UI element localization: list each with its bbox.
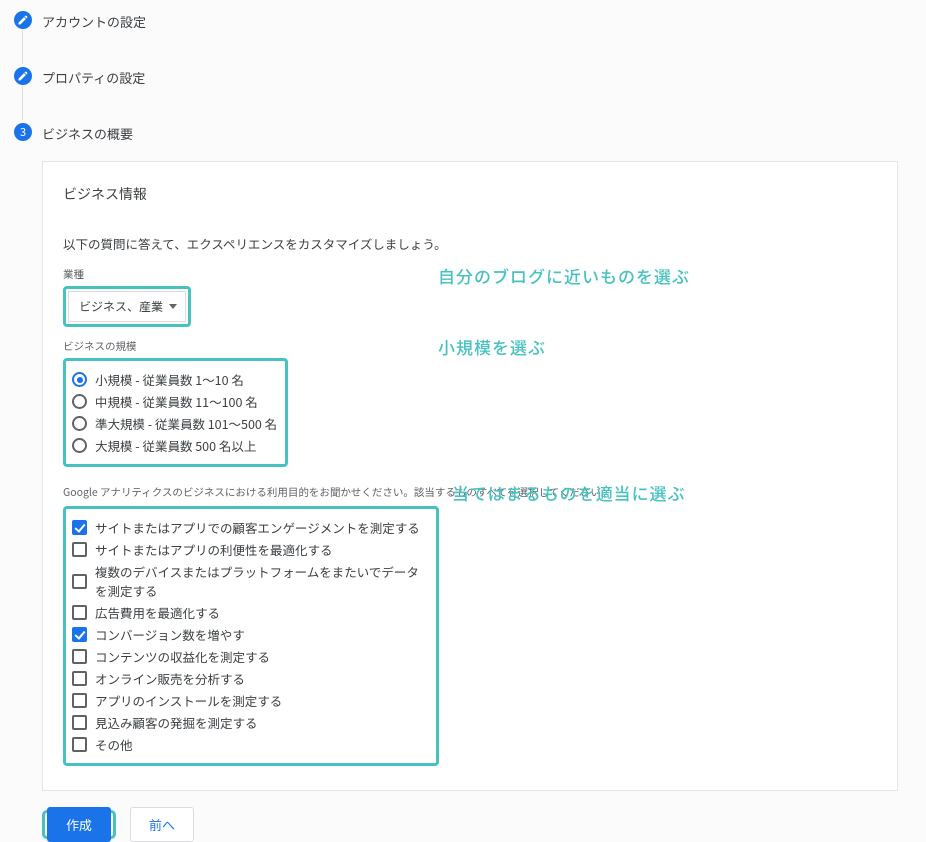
goal-label: コンテンツの収益化を測定する: [95, 647, 270, 666]
goal-label: サイトまたはアプリの利便性を最適化する: [95, 540, 333, 559]
step-title: プロパティの設定: [42, 64, 926, 87]
radio-icon: [72, 438, 87, 453]
checkbox-icon: [72, 693, 87, 708]
goal-label: コンバージョン数を増やす: [95, 625, 245, 644]
checkbox-icon: [72, 737, 87, 752]
checkbox-icon: [72, 649, 87, 664]
size-option-small[interactable]: 小規模 - 従業員数 1～10 名: [72, 370, 277, 389]
size-option-xlarge[interactable]: 大規模 - 従業員数 500 名以上: [72, 436, 277, 455]
annotation-goals: 当てはまるものを適当に選ぶ: [452, 480, 686, 505]
goal-option-sales[interactable]: オンライン販売を分析する: [72, 669, 428, 688]
radio-icon: [72, 416, 87, 431]
goal-option-crossdevice[interactable]: 複数のデバイスまたはプラットフォームをまたいでデータを測定する: [72, 562, 428, 600]
step-title: アカウントの設定: [42, 8, 926, 31]
step-account[interactable]: アカウントの設定: [14, 8, 926, 64]
create-button[interactable]: 作成: [47, 807, 111, 842]
pencil-icon: [14, 67, 32, 85]
pencil-icon: [14, 11, 32, 29]
goal-option-installs[interactable]: アプリのインストールを測定する: [72, 691, 428, 710]
goal-label: アプリのインストールを測定する: [95, 691, 282, 710]
goal-label: 見込み顧客の発掘を測定する: [95, 713, 258, 732]
size-option-label: 小規模 - 従業員数 1～10 名: [95, 370, 244, 389]
size-radio-group: 小規模 - 従業員数 1～10 名 中規模 - 従業員数 11～100 名 準大…: [66, 361, 285, 464]
size-option-label: 大規模 - 従業員数 500 名以上: [95, 436, 256, 455]
goal-option-monetize[interactable]: コンテンツの収益化を測定する: [72, 647, 428, 666]
business-panel: ビジネス情報 以下の質問に答えて、エクスペリエンスをカスタマイズしましょう。 業…: [42, 161, 898, 791]
create-highlight: 作成: [42, 810, 116, 839]
goal-label: 複数のデバイスまたはプラットフォームをまたいでデータを測定する: [95, 562, 428, 600]
step-number-icon: 3: [14, 123, 32, 141]
goal-option-engagement[interactable]: サイトまたはアプリでの顧客エンゲージメントを測定する: [72, 518, 428, 537]
checkbox-icon: [72, 715, 87, 730]
step-property[interactable]: プロパティの設定: [14, 64, 926, 120]
checkbox-icon: [72, 605, 87, 620]
goal-label: その他: [95, 735, 133, 754]
goals-highlight: サイトまたはアプリでの顧客エンゲージメントを測定する サイトまたはアプリの利便性…: [63, 506, 439, 766]
goal-label: 広告費用を最適化する: [95, 603, 220, 622]
checkbox-icon: [72, 671, 87, 686]
size-option-label: 中規模 - 従業員数 11～100 名: [95, 392, 258, 411]
stepper: アカウントの設定 プロパティの設定 3 ビジネスの概要 ビジネス情報 以下の質問…: [0, 0, 926, 842]
goal-label: オンライン販売を分析する: [95, 669, 245, 688]
radio-icon: [72, 372, 87, 387]
industry-dropdown[interactable]: ビジネス、産業: [68, 291, 186, 322]
radio-icon: [72, 394, 87, 409]
checkbox-icon: [72, 627, 87, 642]
panel-description: 以下の質問に答えて、エクスペリエンスをカスタマイズしましょう。: [63, 234, 877, 253]
industry-selected: ビジネス、産業: [79, 298, 163, 315]
goals-checkbox-group: サイトまたはアプリでの顧客エンゲージメントを測定する サイトまたはアプリの利便性…: [66, 509, 436, 763]
size-highlight: 小規模 - 従業員数 1～10 名 中規模 - 従業員数 11～100 名 準大…: [63, 358, 288, 467]
size-option-label: 準大規模 - 従業員数 101～500 名: [95, 414, 277, 433]
goal-option-leads[interactable]: 見込み顧客の発掘を測定する: [72, 713, 428, 732]
button-row: 作成 前へ: [42, 807, 926, 842]
chevron-down-icon: [169, 304, 177, 309]
checkbox-icon: [72, 574, 87, 589]
goal-option-conversion[interactable]: コンバージョン数を増やす: [72, 625, 428, 644]
goal-option-usability[interactable]: サイトまたはアプリの利便性を最適化する: [72, 540, 428, 559]
checkbox-icon: [72, 542, 87, 557]
industry-highlight: ビジネス、産業: [63, 286, 191, 327]
goal-label: サイトまたはアプリでの顧客エンゲージメントを測定する: [95, 518, 420, 537]
step-title: ビジネスの概要: [42, 120, 926, 143]
size-option-medium[interactable]: 中規模 - 従業員数 11～100 名: [72, 392, 277, 411]
size-option-large[interactable]: 準大規模 - 従業員数 101～500 名: [72, 414, 277, 433]
goal-option-adcost[interactable]: 広告費用を最適化する: [72, 603, 428, 622]
annotation-size: 小規模を選ぶ: [438, 334, 546, 359]
back-button[interactable]: 前へ: [130, 807, 194, 842]
annotation-industry: 自分のブログに近いものを選ぶ: [438, 263, 690, 288]
panel-title: ビジネス情報: [63, 184, 877, 204]
checkbox-icon: [72, 520, 87, 535]
goal-option-other[interactable]: その他: [72, 735, 428, 754]
